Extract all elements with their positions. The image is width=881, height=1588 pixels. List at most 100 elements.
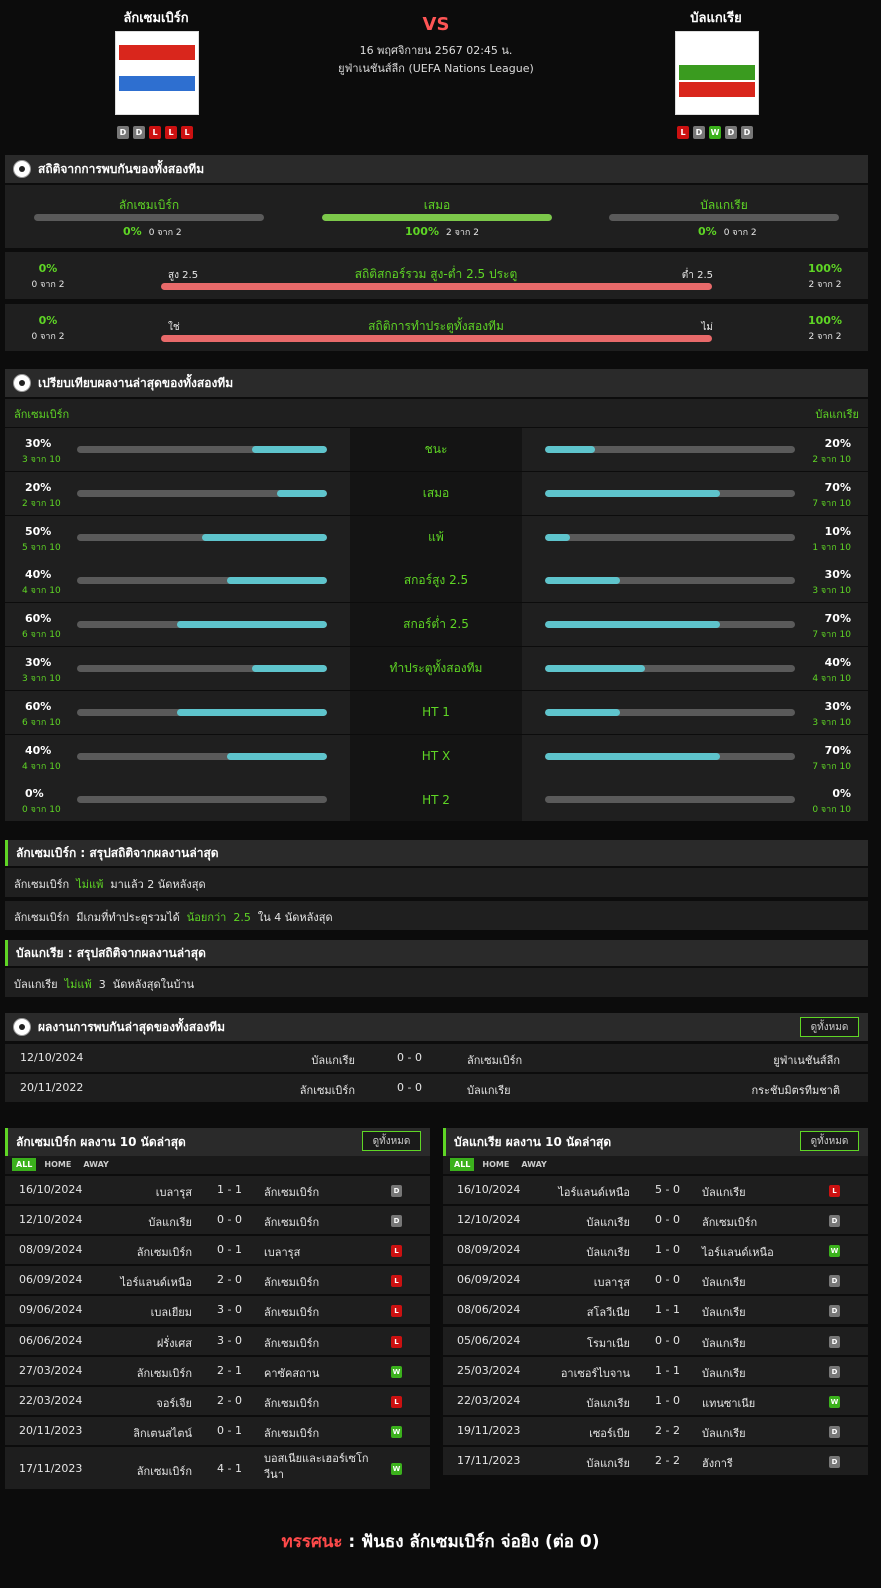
h2h-row[interactable]: 12/10/2024 บัลแกเรีย 0 - 0 ลักเซมเบิร์ก ยูฟ่… [5, 1044, 868, 1072]
right-bar-fill [545, 665, 645, 672]
match-row[interactable]: 16/10/2024 เบลารุส 1 - 1 ลักเซมเบิร์ก D [5, 1176, 430, 1204]
home-team[interactable]: ไอร์แลนด์เหนือ [120, 1273, 192, 1291]
home-team[interactable]: บัลแกเรีย [148, 1213, 192, 1231]
right-sub: 0 จาก 10 [812, 805, 851, 816]
home-last10-tabs: ALL HOME AWAY [12, 1158, 113, 1171]
home-team[interactable]: ลักเซมเบิร์ก [300, 1081, 355, 1099]
match-row[interactable]: 12/10/2024 บัลแกเรีย 0 - 0 ลักเซมเบิร์ก D [5, 1206, 430, 1235]
home-form: DDLLL [117, 126, 193, 139]
h2h-row[interactable]: 20/11/2022 ลักเซมเบิร์ก 0 - 0 บัลแกเรีย กระช… [5, 1074, 868, 1102]
away-team[interactable]: ฮังการี [702, 1454, 733, 1472]
score: 0 - 0 [655, 1273, 680, 1287]
match-row[interactable]: 27/03/2024 ลักเซมเบิร์ก 2 - 1 คาซัคสถาน W [5, 1356, 430, 1385]
result-badge: D [829, 1215, 840, 1228]
match-row[interactable]: 25/03/2024 อาเซอร์ไบจาน 1 - 1 บัลแกเรีย D [443, 1356, 868, 1385]
home-team[interactable]: บัลแกเรีย [586, 1243, 630, 1261]
left-bar [77, 489, 327, 497]
away-team[interactable]: ลักเซมเบิร์ก [264, 1394, 319, 1412]
home-team[interactable]: ลักเซมเบิร์ก [137, 1364, 192, 1382]
h2h-view-all-button[interactable]: ดูทั้งหมด [800, 1017, 859, 1037]
left-pct: 40% [25, 568, 52, 582]
home-team[interactable]: เซอร์เบีย [589, 1424, 630, 1442]
away-team-name[interactable]: บัลแกเรีย [636, 7, 796, 28]
match-row[interactable]: 19/11/2023 เซอร์เบีย 2 - 2 บัลแกเรีย D [443, 1416, 868, 1445]
home-team[interactable]: จอร์เจีย [156, 1394, 192, 1412]
match-row[interactable]: 08/09/2024 บัลแกเรีย 1 - 0 ไอร์แลนด์เหนือ W [443, 1236, 868, 1265]
h2h-draw-label: เสมอ [423, 198, 451, 212]
away-team[interactable]: เบลารุส [264, 1243, 300, 1261]
match-row[interactable]: 09/06/2024 เบลเยียม 3 - 0 ลักเซมเบิร์ก L [5, 1296, 430, 1325]
away-team[interactable]: บัลแกเรีย [467, 1081, 511, 1099]
tab-home[interactable]: HOME [478, 1158, 513, 1171]
section-title: ลักเซมเบิร์ก : สรุปสถิติจากผลงานล่าสุด [16, 845, 219, 860]
left-pct: 30% [25, 437, 52, 450]
home-team[interactable]: บัลแกเรีย [311, 1051, 355, 1069]
competition: ยูฟ่าเนชันส์ลีก [773, 1054, 840, 1067]
match-row[interactable]: 17/11/2023 ลักเซมเบิร์ก 4 - 1 บอสเนียและเฮอ… [5, 1446, 430, 1489]
tab-all[interactable]: ALL [12, 1158, 37, 1171]
match-row[interactable]: 20/11/2023 ลิกเตนสไตน์ 0 - 1 ลักเซมเบิร์ก W [5, 1416, 430, 1445]
h2h-away-pct: 0% [698, 225, 717, 238]
home-team-name[interactable]: ลักเซมเบิร์ก [76, 7, 236, 28]
match-row[interactable]: 17/11/2023 บัลแกเรีย 2 - 2 ฮังการี D [443, 1446, 868, 1475]
away-team[interactable]: ลักเซมเบิร์ก [264, 1334, 319, 1352]
stat-label: เสมอ [350, 471, 522, 515]
home-team[interactable]: ลักเซมเบิร์ก [137, 1462, 192, 1480]
away-team[interactable]: ลักเซมเบิร์ก [264, 1273, 319, 1291]
match-row[interactable]: 22/03/2024 จอร์เจีย 2 - 0 ลักเซมเบิร์ก L [5, 1386, 430, 1415]
home-team[interactable]: ฝรั่งเศส [157, 1334, 192, 1352]
home-last10-view-all-button[interactable]: ดูทั้งหมด [362, 1131, 421, 1151]
tab-away[interactable]: AWAY [79, 1158, 113, 1171]
tab-home[interactable]: HOME [40, 1158, 75, 1171]
match-row[interactable]: 05/06/2024 โรมาเนีย 0 - 0 บัลแกเรีย D [443, 1326, 868, 1355]
home-team[interactable]: เบลารุส [156, 1183, 192, 1201]
home-team[interactable]: ไอร์แลนด์เหนือ [558, 1183, 630, 1201]
away-team[interactable]: บอสเนียและเฮอร์เซโกวีนา [264, 1451, 369, 1483]
away-team[interactable]: บัลแกเรีย [702, 1364, 746, 1382]
away-team[interactable]: บัลแกเรีย [702, 1303, 746, 1321]
match-row[interactable]: 06/06/2024 ฝรั่งเศส 3 - 0 ลักเซมเบิร์ก L [5, 1326, 430, 1355]
section-title: เปรียบเทียบผลงานล่าสุดของทั้งสองทีม [38, 375, 234, 390]
away-team[interactable]: ลักเซมเบิร์ก [264, 1183, 319, 1201]
home-team[interactable]: ลักเซมเบิร์ก [137, 1243, 192, 1261]
right-bar-fill [545, 446, 595, 453]
away-last10-view-all-button[interactable]: ดูทั้งหมด [800, 1131, 859, 1151]
home-team[interactable]: บัลแกเรีย [586, 1213, 630, 1231]
away-team[interactable]: ไอร์แลนด์เหนือ [702, 1243, 774, 1261]
tab-away[interactable]: AWAY [517, 1158, 551, 1171]
match-row[interactable]: 08/09/2024 ลักเซมเบิร์ก 0 - 1 เบลารุส L [5, 1236, 430, 1265]
tab-all[interactable]: ALL [450, 1158, 475, 1171]
match-row[interactable]: 06/09/2024 ไอร์แลนด์เหนือ 2 - 0 ลักเซมเบิร์… [5, 1266, 430, 1295]
away-team[interactable]: บัลแกเรีย [702, 1273, 746, 1291]
away-team[interactable]: บัลแกเรีย [702, 1424, 746, 1442]
away-team[interactable]: บัลแกเรีย [702, 1334, 746, 1352]
away-team[interactable]: ลักเซมเบิร์ก [467, 1051, 522, 1069]
home-team[interactable]: บัลแกเรีย [586, 1454, 630, 1472]
match-row[interactable]: 06/09/2024 เบลารุส 0 - 0 บัลแกเรีย D [443, 1266, 868, 1295]
home-team[interactable]: บัลแกเรีย [586, 1394, 630, 1412]
match-row[interactable]: 08/06/2024 สโลวีเนีย 1 - 1 บัลแกเรีย D [443, 1296, 868, 1325]
away-team[interactable]: บัลแกเรีย [702, 1183, 746, 1201]
btts-left-sub: 0 จาก 2 [31, 332, 65, 342]
right-sub: 4 จาก 10 [812, 674, 851, 684]
btts-right-label: ไม่ [701, 322, 713, 333]
home-team[interactable]: เบลารุส [594, 1273, 630, 1291]
match-row[interactable]: 16/10/2024 ไอร์แลนด์เหนือ 5 - 0 บัลแกเรีย L [443, 1176, 868, 1204]
away-team[interactable]: ลักเซมเบิร์ก [702, 1213, 757, 1231]
left-sub: 3 จาก 10 [22, 455, 61, 465]
btts-title: สถิติการทำประตูทั้งสองทีม [368, 319, 504, 333]
match-row[interactable]: 22/03/2024 บัลแกเรีย 1 - 0 แทนซาเนีย W [443, 1386, 868, 1415]
home-team[interactable]: ลิกเตนสไตน์ [133, 1424, 192, 1442]
league-name: ยูฟ่าเนชันส์ลีก (UEFA Nations League) [338, 62, 534, 75]
away-team[interactable]: ลักเซมเบิร์ก [264, 1424, 319, 1442]
away-team[interactable]: แทนซาเนีย [702, 1394, 755, 1412]
away-team[interactable]: ลักเซมเบิร์ก [264, 1303, 319, 1321]
match-row[interactable]: 12/10/2024 บัลแกเรีย 0 - 0 ลักเซมเบิร์ก D [443, 1206, 868, 1235]
home-team[interactable]: อาเซอร์ไบจาน [561, 1364, 630, 1382]
home-team[interactable]: สโลวีเนีย [587, 1303, 630, 1321]
home-team[interactable]: โรมาเนีย [587, 1334, 630, 1352]
home-team[interactable]: เบลเยียม [151, 1303, 192, 1321]
away-team[interactable]: ลักเซมเบิร์ก [264, 1213, 319, 1231]
left-bar [77, 796, 327, 804]
away-team[interactable]: คาซัคสถาน [264, 1364, 319, 1382]
